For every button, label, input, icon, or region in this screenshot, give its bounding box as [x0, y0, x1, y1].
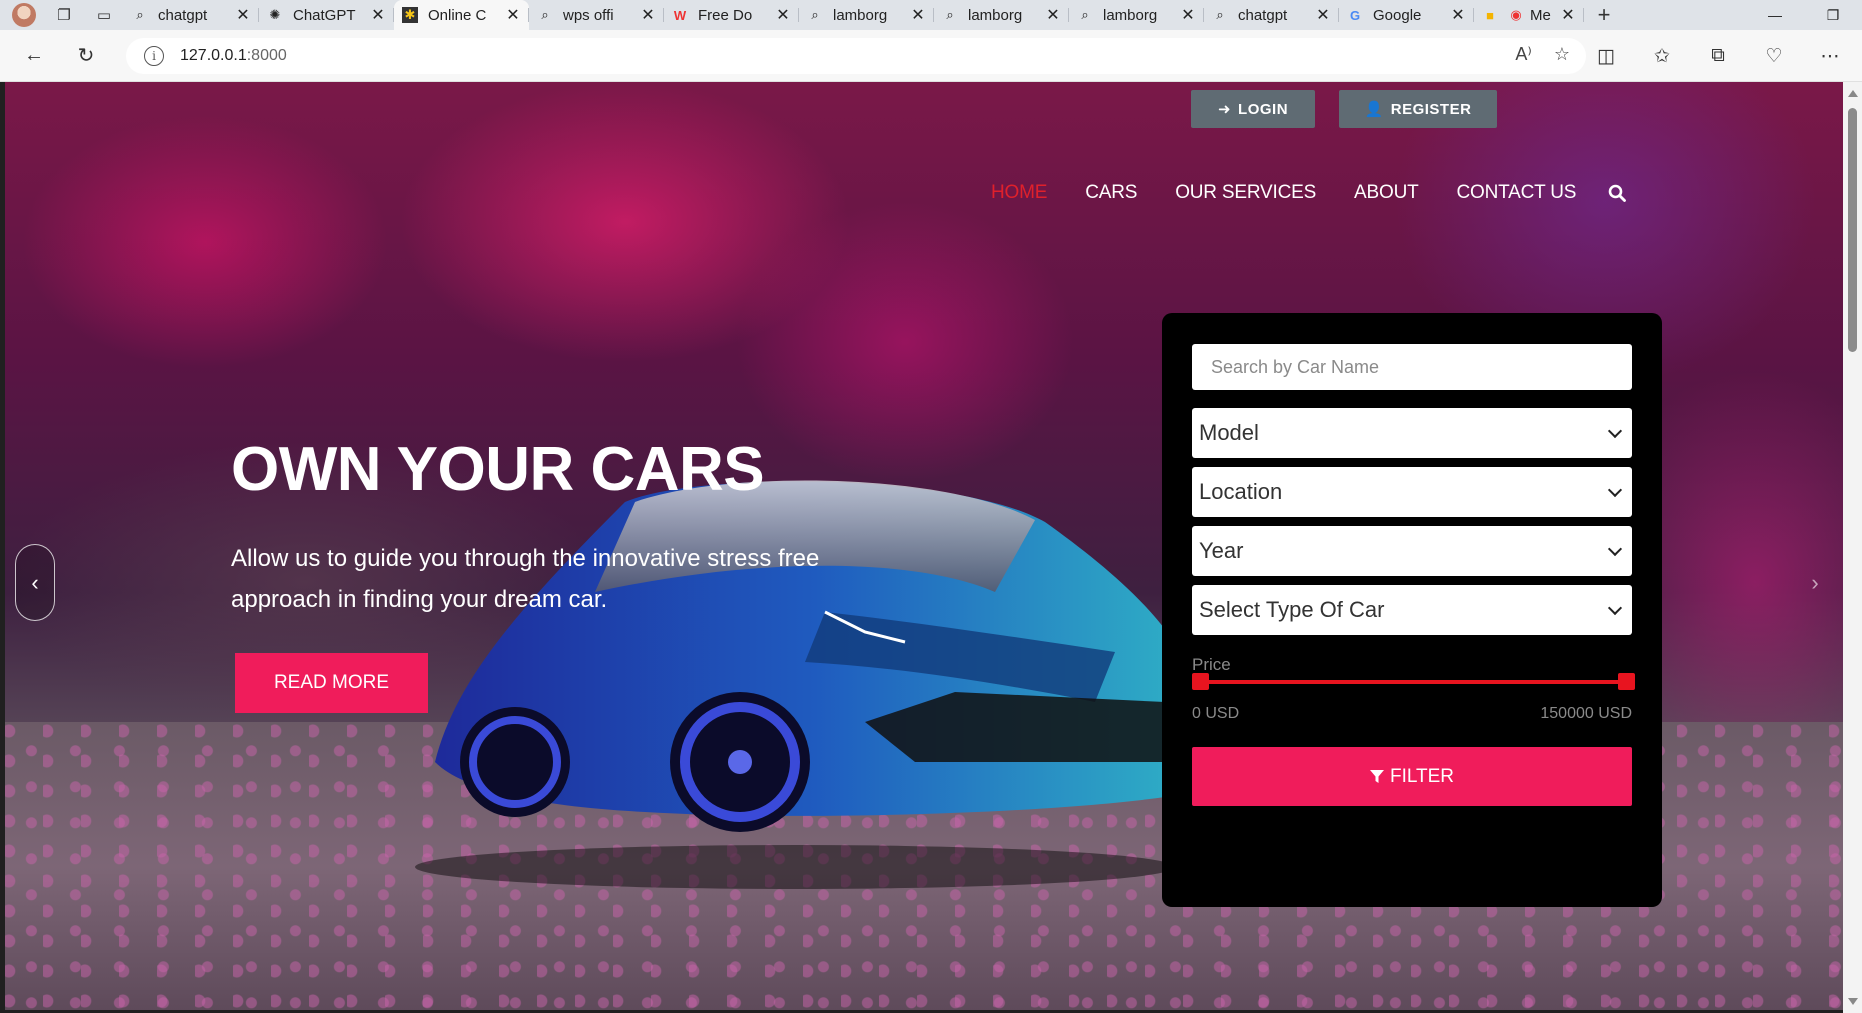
- nav-link-contact[interactable]: CONTACT US: [1457, 182, 1577, 204]
- chevron-left-icon: ‹: [31, 569, 39, 595]
- browser-toolbar: ◫ ✩ ⧉ ♡ ⋯: [1584, 36, 1852, 76]
- register-button[interactable]: 👤 REGISTER: [1339, 90, 1497, 128]
- more-menu-icon[interactable]: ⋯: [1808, 36, 1852, 76]
- price-range-track[interactable]: [1199, 680, 1627, 684]
- chevron-down-icon: [1607, 600, 1623, 616]
- performance-icon[interactable]: ♡: [1752, 36, 1796, 76]
- page-scrollbar[interactable]: [1843, 82, 1862, 1013]
- refresh-icon[interactable]: ↻: [60, 36, 112, 76]
- window-controls: — ❐: [1746, 0, 1862, 30]
- close-tab-icon[interactable]: ✕: [775, 5, 791, 25]
- login-button[interactable]: ➜ LOGIN: [1191, 90, 1315, 128]
- close-tab-icon[interactable]: ✕: [1045, 5, 1061, 25]
- price-max-value: 150000 USD: [1540, 705, 1632, 722]
- nav-link-services[interactable]: OUR SERVICES: [1175, 182, 1316, 204]
- tab-strip: ⌕ chatgpt ✕ ✺ ChatGPT ✕ ✱ Online C ✕ ⌕ wps offi…: [124, 0, 1584, 30]
- browser-tab[interactable]: W Free Do ✕: [664, 0, 799, 30]
- url-field[interactable]: i 127.0.0.1:8000 A⁾ ☆: [126, 38, 1586, 74]
- carousel-prev-button[interactable]: ‹: [15, 544, 55, 621]
- split-screen-icon[interactable]: ◫: [1584, 36, 1628, 76]
- chevron-down-icon: [1607, 482, 1623, 498]
- car-type-select[interactable]: Select Type Of Car: [1192, 585, 1632, 635]
- browser-tab[interactable]: G Google ✕: [1339, 0, 1474, 30]
- main-nav: HOME CARS OUR SERVICES ABOUT CONTACT US: [991, 182, 1627, 204]
- chevron-down-icon: [1607, 541, 1623, 557]
- nav-link-cars[interactable]: CARS: [1085, 182, 1137, 204]
- close-tab-icon[interactable]: ✕: [370, 5, 386, 25]
- chevron-right-icon: ›: [1811, 569, 1819, 595]
- google-keep-icon: ■: [1486, 7, 1494, 23]
- wps-icon: W: [673, 7, 687, 23]
- workspaces-icon[interactable]: ❐: [44, 0, 84, 30]
- chevron-down-icon: [1607, 423, 1623, 439]
- price-label: Price: [1192, 655, 1231, 674]
- search-icon: ⌕: [1081, 7, 1089, 22]
- favorites-icon[interactable]: ✩: [1640, 36, 1684, 76]
- price-min-value: 0 USD: [1192, 705, 1240, 722]
- browser-tab[interactable]: ⌕ lamborg ✕: [1069, 0, 1204, 30]
- close-tab-icon[interactable]: ✕: [505, 5, 521, 25]
- minimize-icon[interactable]: —: [1746, 0, 1804, 30]
- browser-tab[interactable]: ⌕ chatgpt ✕: [1204, 0, 1339, 30]
- carousel-next-button[interactable]: ›: [1795, 544, 1835, 621]
- browser-tab[interactable]: ⌕ wps offi ✕: [529, 0, 664, 30]
- profile-avatar[interactable]: [12, 3, 36, 27]
- close-tab-icon[interactable]: ✕: [1180, 5, 1196, 25]
- browser-tab[interactable]: ■ ◉ Me ✕: [1474, 0, 1584, 30]
- favorite-star-icon[interactable]: ☆: [1554, 44, 1570, 65]
- browser-tab[interactable]: ⌕ chatgpt ✕: [124, 0, 259, 30]
- close-tab-icon[interactable]: ✕: [1315, 5, 1331, 25]
- hero-title: OWN YOUR CARS: [231, 435, 765, 504]
- search-icon[interactable]: [1608, 184, 1627, 202]
- site-icon: ✱: [402, 7, 418, 23]
- year-select[interactable]: Year: [1192, 526, 1632, 576]
- car-filter-panel: Model Location Year Select Type Of Car P…: [1162, 313, 1662, 907]
- browser-tab[interactable]: ⌕ lamborg ✕: [934, 0, 1069, 30]
- car-name-search-input[interactable]: [1192, 344, 1632, 390]
- search-icon: ⌕: [946, 7, 954, 22]
- hero-subtitle: Allow us to guide you through the innova…: [231, 545, 820, 613]
- browser-tab-active[interactable]: ✱ Online C ✕: [394, 0, 529, 30]
- close-tab-icon[interactable]: ✕: [235, 5, 251, 25]
- recording-icon: ◉: [1510, 7, 1522, 22]
- search-icon: ⌕: [136, 7, 144, 22]
- browser-address-bar: ← ↻ i 127.0.0.1:8000 A⁾ ☆ ◫ ✩ ⧉ ♡ ⋯: [0, 30, 1862, 82]
- user-plus-icon: 👤: [1364, 101, 1384, 118]
- search-icon: ⌕: [811, 7, 819, 22]
- scroll-down-icon[interactable]: [1848, 998, 1858, 1005]
- vertical-tabs-icon[interactable]: ▭: [84, 0, 124, 30]
- close-tab-icon[interactable]: ✕: [1450, 5, 1466, 25]
- close-tab-icon[interactable]: ✕: [910, 5, 926, 25]
- collections-icon[interactable]: ⧉: [1696, 36, 1740, 76]
- location-select[interactable]: Location: [1192, 467, 1632, 517]
- hero-car-image: [415, 480, 1195, 889]
- back-icon[interactable]: ←: [8, 36, 60, 76]
- sign-in-icon: ➜: [1217, 101, 1232, 118]
- nav-link-home[interactable]: HOME: [991, 182, 1047, 204]
- url-text: 127.0.0.1:8000: [180, 47, 287, 64]
- filter-button[interactable]: FILTER: [1192, 747, 1632, 806]
- google-icon: G: [1349, 7, 1361, 23]
- price-min-handle[interactable]: [1192, 673, 1209, 690]
- site-info-icon[interactable]: i: [144, 46, 164, 66]
- hero-section: ➜ LOGIN 👤 REGISTER HOME CARS OUR SERVICE…: [5, 82, 1843, 1010]
- price-max-handle[interactable]: [1618, 673, 1635, 690]
- nav-link-about[interactable]: ABOUT: [1354, 182, 1419, 204]
- restore-icon[interactable]: ❐: [1804, 0, 1862, 30]
- browser-tab[interactable]: ✺ ChatGPT ✕: [259, 0, 394, 30]
- model-select[interactable]: Model: [1192, 408, 1632, 458]
- search-icon: ⌕: [1216, 7, 1224, 22]
- search-icon: ⌕: [541, 7, 549, 22]
- new-tab-icon[interactable]: +: [1584, 2, 1624, 28]
- read-more-button[interactable]: READ MORE: [235, 653, 428, 713]
- close-tab-icon[interactable]: ✕: [1560, 5, 1576, 25]
- funnel-icon: [1369, 769, 1384, 783]
- browser-tab-bar: ❐ ▭ ⌕ chatgpt ✕ ✺ ChatGPT ✕ ✱ Online C ✕ ⌕ wps …: [0, 0, 1862, 30]
- read-aloud-icon[interactable]: A⁾: [1515, 44, 1531, 65]
- browser-tab[interactable]: ⌕ lamborg ✕: [799, 0, 934, 30]
- scrollbar-thumb[interactable]: [1848, 108, 1857, 352]
- scroll-up-icon[interactable]: [1848, 90, 1858, 97]
- close-tab-icon[interactable]: ✕: [640, 5, 656, 25]
- chatgpt-icon: ✺: [269, 7, 281, 22]
